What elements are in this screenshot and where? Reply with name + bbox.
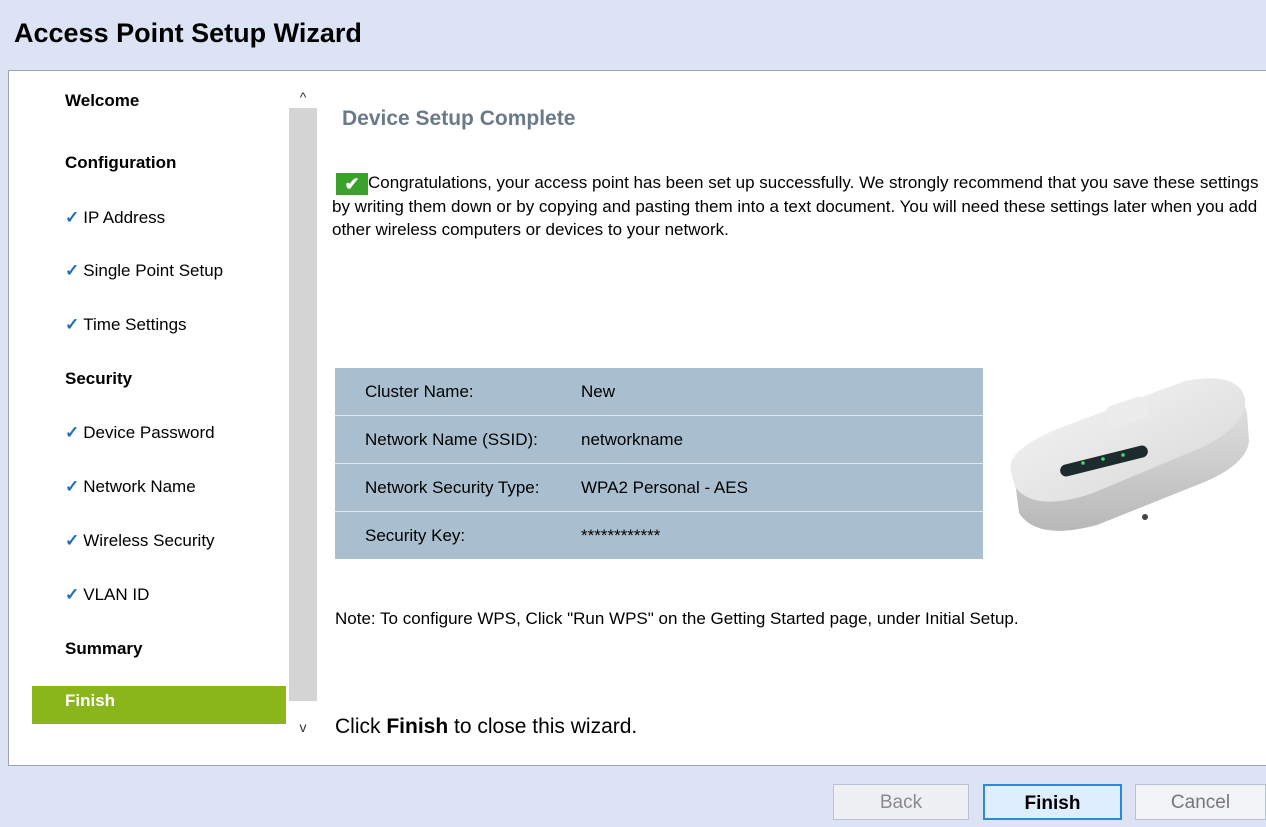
wizard-panel: Welcome Configuration ✓ IP Address ✓ Singl… — [8, 70, 1266, 766]
finish-button[interactable]: Finish — [983, 784, 1122, 820]
main-content: Device Setup Complete ✔ Congratulations, … — [332, 71, 1266, 761]
sidebar-item-label: Time Settings — [83, 315, 187, 334]
checkmark-icon: ✓ — [65, 423, 80, 442]
checkmark-icon: ✓ — [65, 208, 80, 227]
settings-summary-table: Cluster Name: New Network Name (SSID): n… — [335, 368, 983, 559]
wizard-sidebar: Welcome Configuration ✓ IP Address ✓ Singl… — [32, 86, 286, 746]
sidebar-item-vlan-id[interactable]: ✓ VLAN ID — [32, 580, 286, 610]
sidebar-item-label: Single Point Setup — [83, 261, 224, 280]
closing-instruction: Click Finish to close this wizard. — [335, 715, 637, 739]
wps-note: Note: To configure WPS, Click "Run WPS" … — [335, 609, 1019, 628]
closing-bold: Finish — [386, 715, 449, 738]
sidebar-item-label: Summary — [65, 639, 143, 658]
scroll-down-arrow-icon[interactable]: v — [287, 716, 319, 738]
sidebar-item-single-point-setup[interactable]: ✓ Single Point Setup — [32, 256, 286, 286]
checkmark-icon: ✓ — [65, 531, 80, 550]
sidebar-item-label: Network Name — [83, 477, 196, 496]
sidebar-item-network-name[interactable]: ✓ Network Name — [32, 472, 286, 502]
setting-value: WPA2 Personal - AES — [581, 463, 983, 512]
page-title: Device Setup Complete — [342, 107, 576, 130]
setting-value: New — [581, 368, 983, 416]
sidebar-item-label: Security — [65, 369, 133, 388]
checkmark-icon: ✓ — [65, 261, 80, 280]
setting-label: Security Key: — [365, 525, 466, 545]
sidebar-item-label: Device Password — [83, 423, 215, 442]
success-message: ✔ Congratulations, your access point has … — [332, 171, 1266, 241]
window-title: Access Point Setup Wizard — [14, 18, 362, 48]
sidebar-item-summary[interactable]: Summary — [32, 634, 286, 664]
closing-prefix: Click — [335, 715, 387, 738]
checkmark-icon: ✓ — [65, 477, 80, 496]
access-point-device-image — [1010, 378, 1249, 531]
sidebar-item-label: Configuration — [65, 153, 177, 172]
sidebar-scrollbar[interactable]: ^ v — [287, 86, 319, 746]
closing-suffix: to close this wizard. — [448, 715, 638, 738]
cancel-button[interactable]: Cancel — [1135, 784, 1266, 820]
sidebar-item-ip-address[interactable]: ✓ IP Address — [32, 203, 286, 233]
sidebar-item-device-password[interactable]: ✓ Device Password — [32, 418, 286, 448]
checkmark-icon: ✓ — [65, 585, 80, 604]
setting-label: Network Name (SSID): — [335, 415, 581, 464]
success-message-text: Congratulations, your access point has b… — [332, 173, 1259, 239]
sidebar-item-welcome[interactable]: Welcome — [32, 86, 286, 116]
setting-label: Network Security Type: — [335, 463, 581, 512]
back-button[interactable]: Back — [833, 784, 969, 820]
scroll-thumb[interactable] — [289, 108, 317, 701]
sidebar-item-label: Welcome — [65, 91, 140, 110]
sidebar-item-security[interactable]: Security — [32, 364, 286, 394]
title-bar: Access Point Setup Wizard — [0, 0, 1266, 70]
setup-wizard-window: Access Point Setup Wizard Welcome Config… — [0, 0, 1266, 827]
sidebar-item-label: Finish — [65, 691, 116, 710]
setting-label: Cluster Name: — [335, 368, 581, 416]
sidebar-item-finish[interactable]: Finish — [32, 686, 286, 724]
table-row: Cluster Name: New — [335, 368, 983, 416]
table-row: Network Security Type: WPA2 Personal - A… — [335, 463, 983, 512]
sidebar-item-label: Wireless Security — [83, 531, 215, 550]
sidebar-item-label: IP Address — [83, 208, 166, 227]
scroll-up-arrow-icon[interactable]: ^ — [287, 86, 319, 108]
table-row: Network Name (SSID): networkname — [335, 415, 983, 464]
checkmark-icon: ✔ — [336, 173, 368, 195]
sidebar-item-label: VLAN ID — [83, 585, 150, 604]
setting-value: networkname — [581, 415, 983, 464]
sidebar-item-configuration[interactable]: Configuration — [32, 148, 286, 178]
checkmark-icon: ✓ — [65, 315, 80, 334]
sidebar-item-wireless-security[interactable]: ✓ Wireless Security — [32, 526, 286, 556]
sidebar-item-time-settings[interactable]: ✓ Time Settings — [32, 310, 286, 340]
setting-value: ************ — [581, 525, 661, 545]
table-row: Security Key: ************ — [335, 512, 983, 560]
